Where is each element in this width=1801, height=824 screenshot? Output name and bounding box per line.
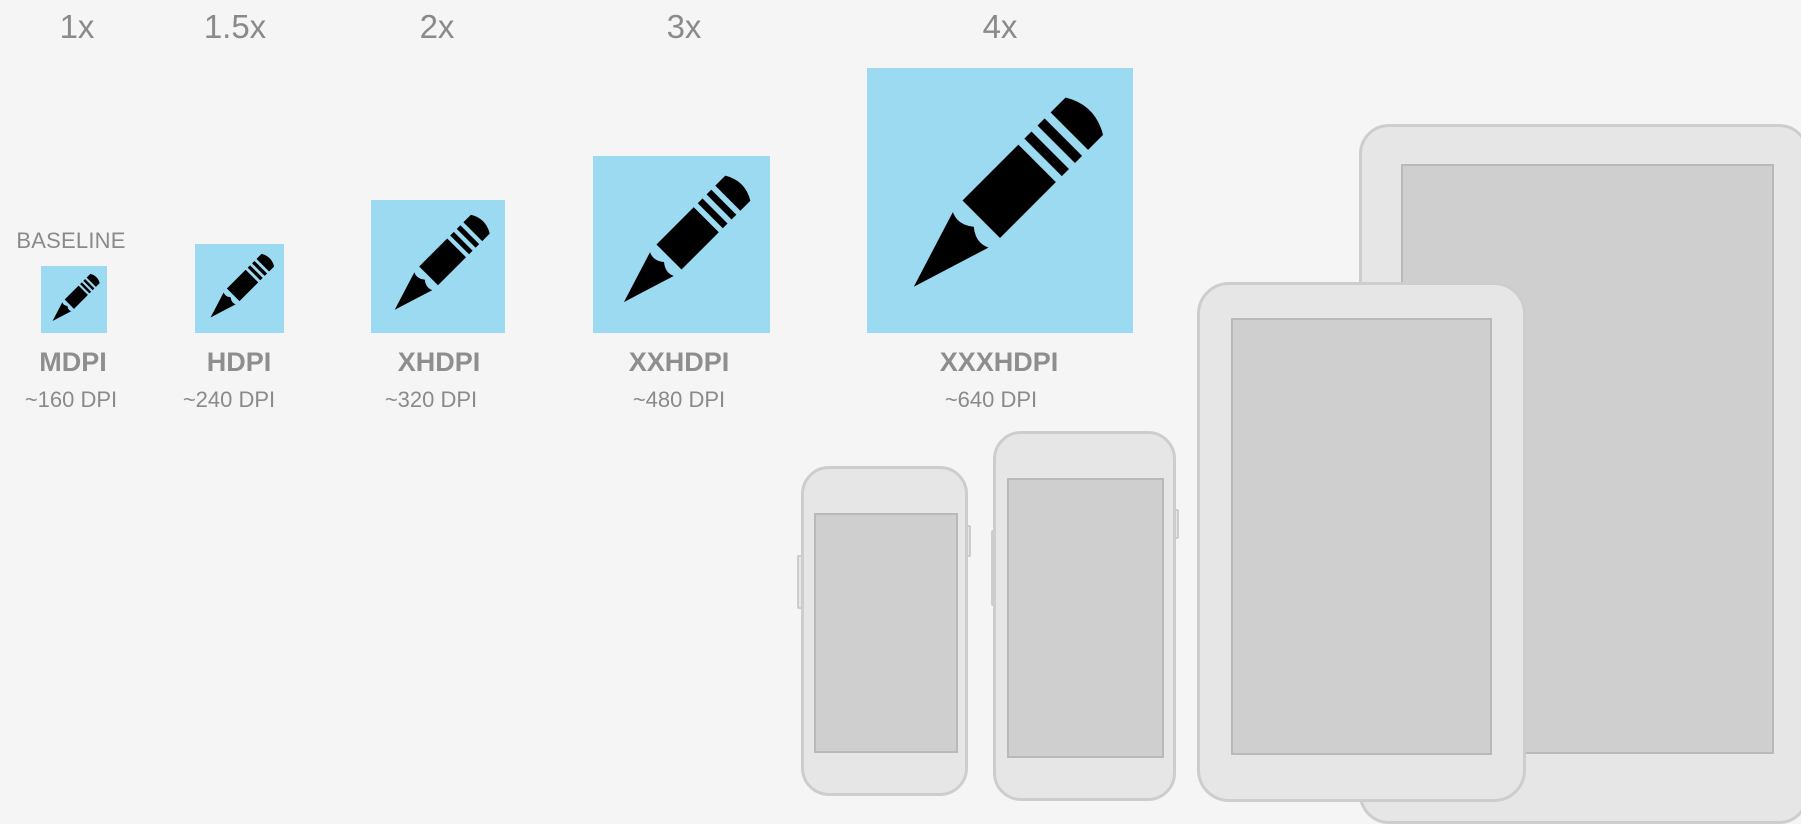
density-name-xhdpi: XHDPI [397,347,481,377]
pencil-icon [593,156,770,333]
dpi-value-xxxhdpi: ~640 DPI [944,387,1038,412]
small-tablet-screen [1231,318,1492,755]
scale-label-1-5x: 1.5x [203,8,267,45]
mdpi-icon-box [41,266,107,333]
pencil-icon [195,244,284,333]
density-name-xxxhdpi: XXXHDPI [939,347,1059,377]
scale-label-3x: 3x [666,8,702,45]
pencil-icon [867,68,1133,333]
pencil-icon [371,200,505,333]
small-phone-screen [814,513,958,753]
pencil-icon [41,266,107,333]
baseline-label: BASELINE [16,228,126,253]
dpi-value-xxhdpi: ~480 DPI [632,387,726,412]
dpi-value-hdpi: ~240 DPI [182,387,276,412]
hdpi-icon-box [195,244,284,333]
xxhdpi-icon-box [593,156,770,333]
scale-label-2x: 2x [419,8,455,45]
scale-label-1x: 1x [59,8,95,45]
xxxhdpi-icon-box [867,68,1133,333]
small-phone-device [801,466,968,796]
density-name-hdpi: HDPI [206,347,272,377]
dpi-value-xhdpi: ~320 DPI [384,387,478,412]
density-name-mdpi: MDPI [39,347,107,377]
small-tablet-device [1197,282,1526,802]
scale-label-4x: 4x [982,8,1018,45]
dpi-value-mdpi: ~160 DPI [24,387,118,412]
density-name-xxhdpi: XXHDPI [628,347,730,377]
xhdpi-icon-box [371,200,505,333]
large-phone-device [993,431,1176,801]
large-phone-screen [1007,478,1164,758]
